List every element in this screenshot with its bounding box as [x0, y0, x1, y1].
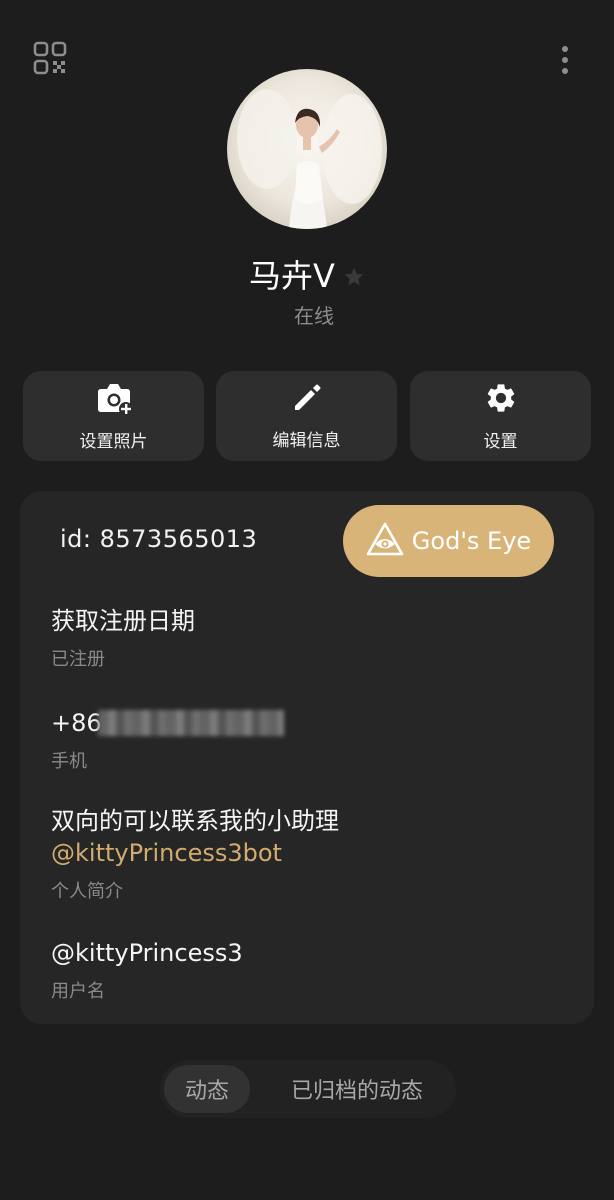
username-caption: 用户名	[51, 981, 105, 1002]
profile-name-row: 马卉V	[0, 254, 614, 298]
registration-value: 获取注册日期	[51, 607, 195, 635]
gods-eye-button[interactable]: God's Eye	[343, 505, 554, 577]
profile-info-card: id: 8573565013 God's Eye 获取注册日期 已注册 +86 …	[20, 491, 594, 1024]
qr-code-icon[interactable]	[30, 38, 70, 78]
phone-value: +86	[51, 709, 102, 737]
profile-page: 马卉V 在线 设置照片 编辑信息 设置 id: 8573565013 God's…	[0, 0, 614, 1200]
pencil-icon	[291, 382, 323, 418]
registration-field[interactable]: 获取注册日期 已注册	[51, 605, 571, 671]
gods-eye-label: God's Eye	[411, 527, 532, 555]
bio-bot-link[interactable]: @kittyPrincess3bot	[51, 837, 571, 869]
phone-field[interactable]: +86 手机	[51, 707, 571, 773]
username-field[interactable]: @kittyPrincess3 用户名	[51, 937, 571, 1003]
eye-triangle-icon	[366, 522, 404, 560]
settings-label: 设置	[483, 431, 518, 452]
star-icon	[343, 266, 365, 292]
camera-add-icon	[95, 381, 133, 419]
tab-archived-stories[interactable]: 已归档的动态	[260, 1065, 454, 1113]
edit-info-button[interactable]: 编辑信息	[216, 371, 397, 461]
tab-stories[interactable]: 动态	[164, 1065, 250, 1113]
online-status: 在线	[294, 304, 334, 328]
gear-icon	[484, 381, 518, 419]
action-buttons: 设置照片 编辑信息 设置	[23, 371, 591, 461]
more-vertical-icon[interactable]	[550, 40, 580, 80]
bio-text: 双向的可以联系我的小助理	[51, 807, 339, 835]
set-photo-button[interactable]: 设置照片	[23, 371, 204, 461]
bio-field[interactable]: 双向的可以联系我的小助理 @kittyPrincess3bot 个人简介	[51, 805, 571, 903]
stories-tabs: 动态 已归档的动态	[160, 1060, 456, 1118]
edit-info-label: 编辑信息	[272, 430, 341, 451]
user-id[interactable]: id: 8573565013	[60, 525, 257, 553]
phone-redacted	[97, 710, 284, 736]
phone-caption: 手机	[51, 751, 87, 772]
bio-caption: 个人简介	[51, 881, 123, 902]
avatar[interactable]	[227, 69, 387, 229]
registration-caption: 已注册	[51, 649, 105, 670]
set-photo-label: 设置照片	[79, 431, 148, 452]
profile-name: 马卉V	[249, 257, 335, 295]
username-value: @kittyPrincess3	[51, 939, 243, 967]
settings-button[interactable]: 设置	[410, 371, 591, 461]
